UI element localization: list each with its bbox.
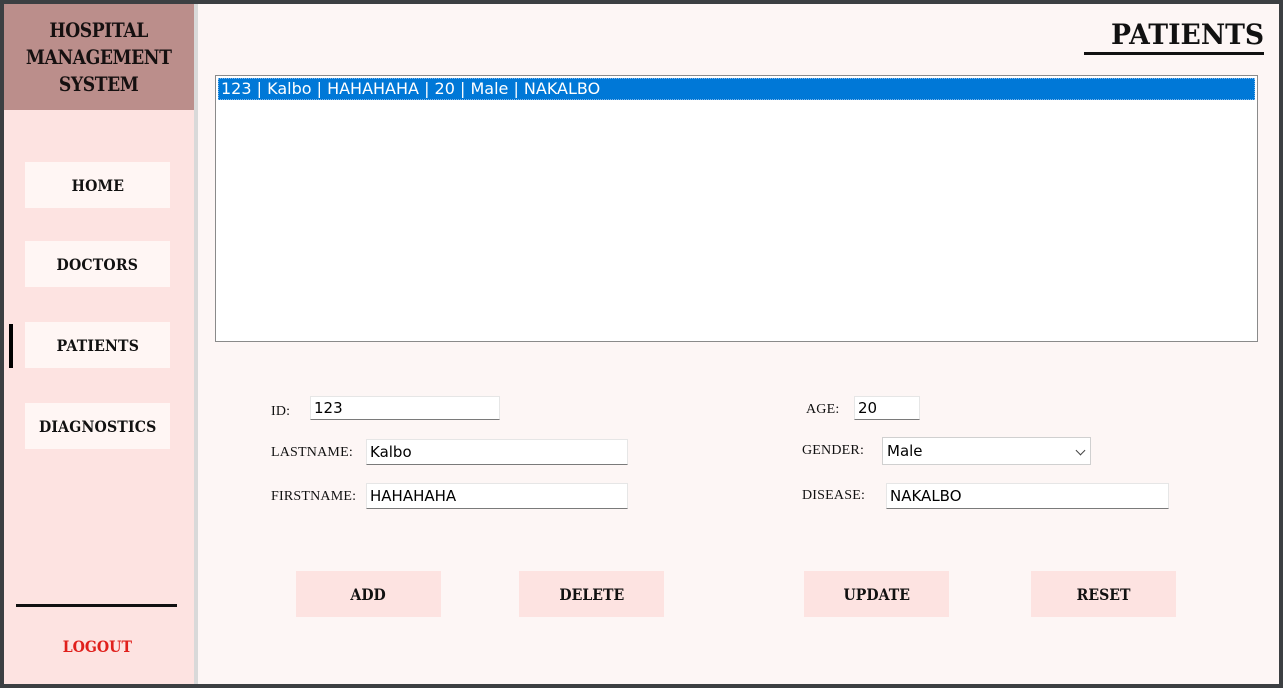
disease-field[interactable]: [886, 483, 1169, 509]
logout-label: LOGOUT: [62, 636, 133, 656]
add-button-label: ADD: [350, 584, 387, 604]
sidebar: HOSPITAL MANAGEMENT SYSTEM HOME DOCTORS …: [4, 4, 198, 684]
chevron-down-icon: [1075, 445, 1086, 456]
id-label: ID:: [271, 404, 291, 419]
add-button[interactable]: ADD: [296, 571, 441, 617]
age-label: AGE:: [806, 402, 840, 417]
brand-line-3: SYSTEM: [59, 71, 139, 96]
lastname-label: LASTNAME:: [271, 445, 353, 460]
reset-button[interactable]: RESET: [1031, 571, 1176, 617]
update-button-label: UPDATE: [843, 584, 910, 604]
disease-label: DISEASE:: [802, 488, 866, 503]
logout-button[interactable]: LOGOUT: [25, 630, 170, 662]
delete-button-label: DELETE: [559, 584, 624, 604]
gender-select-value: Male: [887, 442, 923, 460]
app-brand: HOSPITAL MANAGEMENT SYSTEM: [4, 4, 194, 110]
brand-line-2: MANAGEMENT: [26, 44, 172, 69]
active-nav-indicator: [9, 324, 13, 368]
nav-doctors-label: DOCTORS: [56, 254, 139, 274]
page-title: PATIENTS: [1084, 18, 1264, 55]
patient-list-item-selected[interactable]: 123 | Kalbo | HAHAHAHA | 20 | Male | NAK…: [218, 78, 1255, 100]
brand-line-1: HOSPITAL: [49, 17, 149, 42]
nav-diagnostics-button[interactable]: DIAGNOSTICS: [25, 403, 170, 449]
nav-home-button[interactable]: HOME: [25, 162, 170, 208]
age-field[interactable]: [854, 396, 920, 420]
update-button[interactable]: UPDATE: [804, 571, 949, 617]
lastname-field[interactable]: [366, 439, 628, 465]
reset-button-label: RESET: [1076, 584, 1131, 604]
nav-home-label: HOME: [71, 175, 124, 195]
app-window: HOSPITAL MANAGEMENT SYSTEM HOME DOCTORS …: [4, 4, 1279, 684]
delete-button[interactable]: DELETE: [519, 571, 664, 617]
nav-patients-button[interactable]: PATIENTS: [25, 322, 170, 368]
logout-divider: [16, 604, 177, 607]
nav-patients-label: PATIENTS: [56, 335, 139, 355]
gender-label: GENDER:: [802, 443, 865, 458]
gender-select[interactable]: Male: [882, 437, 1091, 465]
nav-diagnostics-label: DIAGNOSTICS: [38, 416, 157, 436]
firstname-field[interactable]: [366, 483, 628, 509]
firstname-label: FIRSTNAME:: [271, 489, 357, 504]
nav-doctors-button[interactable]: DOCTORS: [25, 241, 170, 287]
page-title-text: PATIENTS: [1110, 18, 1264, 51]
id-field[interactable]: [310, 396, 500, 420]
patient-listbox[interactable]: 123 | Kalbo | HAHAHAHA | 20 | Male | NAK…: [215, 75, 1258, 342]
